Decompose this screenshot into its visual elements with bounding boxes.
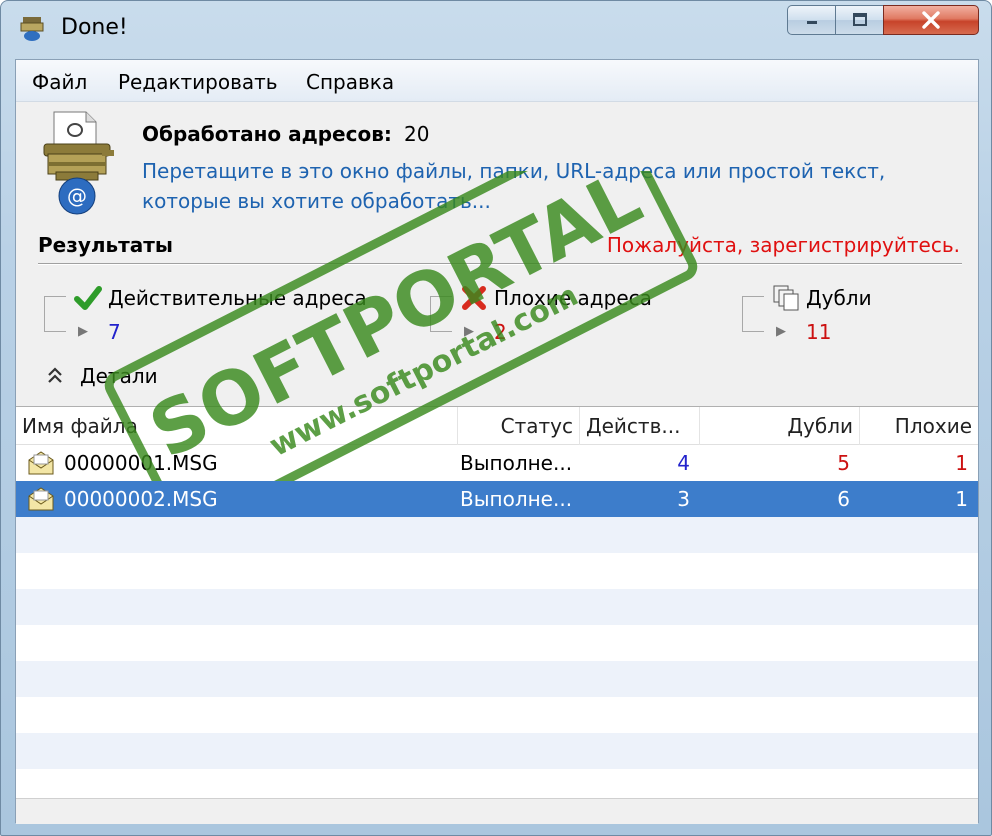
message-file-icon [28, 451, 54, 475]
empty-row [16, 733, 978, 769]
row-status: Выполне... [460, 451, 573, 475]
empty-row [16, 769, 978, 798]
processed-count-value: 20 [404, 122, 430, 146]
menu-help[interactable]: Справка [306, 70, 394, 94]
row-filename: 00000001.MSG [64, 451, 218, 475]
table-body: 00000001.MSG Выполне... 4 5 1 00000002.M… [16, 445, 978, 798]
column-header-dupes[interactable]: Дубли [700, 407, 860, 445]
duplicates-count[interactable]: 11 [806, 320, 831, 344]
processed-count-label: Обработано адресов: [142, 122, 392, 146]
empty-row [16, 553, 978, 589]
status-bar [16, 798, 978, 824]
row-valid-count: 3 [677, 487, 690, 511]
valid-addresses-label: Действительные адреса [108, 286, 367, 310]
chevron-up-icon[interactable] [46, 366, 64, 386]
menu-bar: Файл Редактировать Справка [16, 60, 978, 102]
register-link[interactable]: Пожалуйста, зарегистрируйтесь. [607, 233, 960, 257]
stat-bracket [430, 296, 452, 332]
minimize-icon [806, 21, 817, 24]
minimize-button[interactable] [787, 5, 835, 35]
row-bad-count: 1 [955, 451, 968, 475]
row-dupes-count: 6 [837, 487, 850, 511]
bad-addresses-label: Плохие адреса [494, 286, 652, 310]
stat-bracket [742, 296, 764, 332]
results-heading: Результаты [38, 233, 173, 257]
empty-row [16, 661, 978, 697]
close-button[interactable] [883, 5, 979, 35]
empty-row [16, 697, 978, 733]
duplicates-label: Дубли [806, 286, 872, 310]
table-header: Имя файла Статус Действ... Дубли Плохие [16, 407, 978, 445]
row-dupes-count: 5 [837, 451, 850, 475]
red-x-icon [462, 286, 486, 310]
column-header-valid[interactable]: Действ... [580, 407, 700, 445]
bad-addresses-count[interactable]: 2 [494, 320, 507, 344]
details-toggle[interactable]: Детали [80, 364, 158, 388]
table-row[interactable]: 00000001.MSG Выполне... 4 5 1 [16, 445, 978, 481]
empty-row [16, 589, 978, 625]
flag-icon: ▶ [78, 324, 88, 339]
column-header-status[interactable]: Статус [458, 407, 580, 445]
row-bad-count: 1 [955, 487, 968, 511]
checkmark-icon [74, 286, 102, 310]
close-icon [922, 11, 940, 29]
caption-buttons [787, 5, 979, 35]
column-header-bad[interactable]: Плохие [860, 407, 978, 445]
stat-bracket [44, 296, 66, 332]
files-table: Имя файла Статус Действ... Дубли Плохие … [16, 406, 978, 798]
row-status: Выполне... [460, 487, 573, 511]
menu-file[interactable]: Файл [32, 70, 87, 94]
main-panel: Файл Редактировать Справка @ Обработано … [15, 59, 979, 824]
app-window: Done! Файл Редактировать Справка @ Обраб… [0, 0, 992, 836]
valid-addresses-count[interactable]: 7 [108, 320, 121, 344]
drop-hint-text: Перетащите в это окно файлы, папки, URL-… [142, 159, 886, 213]
flag-icon: ▶ [776, 324, 786, 339]
empty-row [16, 517, 978, 553]
app-icon [20, 17, 44, 41]
title-bar[interactable]: Done! [1, 1, 991, 59]
row-filename: 00000002.MSG [64, 487, 218, 511]
svg-text:@: @ [67, 184, 87, 208]
column-header-filename[interactable]: Имя файла [16, 407, 458, 445]
message-file-icon [28, 487, 54, 511]
results-divider [38, 263, 962, 265]
row-valid-count: 4 [677, 451, 690, 475]
window-title: Done! [61, 15, 128, 40]
email-processor-icon: @ [43, 111, 114, 215]
empty-row [16, 625, 978, 661]
maximize-button[interactable] [835, 5, 883, 35]
flag-icon: ▶ [464, 324, 474, 339]
maximize-icon [852, 13, 867, 26]
duplicate-pages-icon [773, 285, 799, 311]
table-row-selected[interactable]: 00000002.MSG Выполне... 3 6 1 [16, 481, 978, 517]
menu-edit[interactable]: Редактировать [118, 70, 278, 94]
